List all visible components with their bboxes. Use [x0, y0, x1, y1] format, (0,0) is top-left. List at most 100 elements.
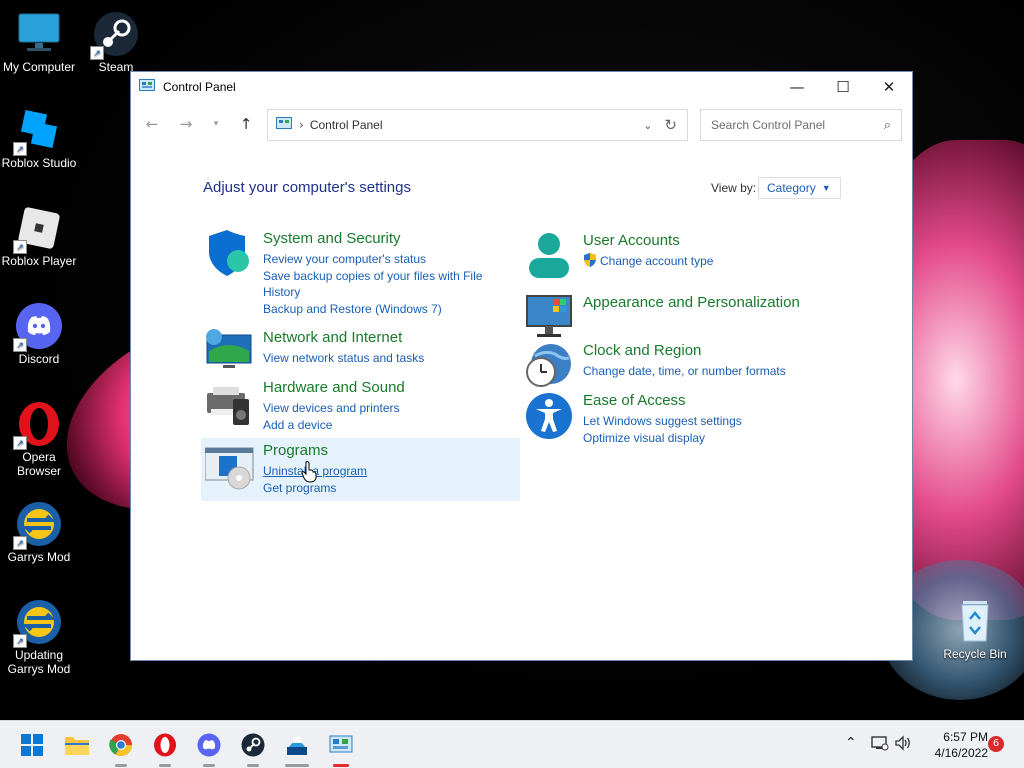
chevron-down-icon[interactable]: ⌄	[643, 119, 652, 132]
category-title[interactable]: User Accounts	[583, 232, 680, 249]
windows-start-icon	[21, 734, 43, 756]
link-network-status[interactable]: View network status and tasks	[263, 350, 493, 367]
category-title[interactable]: Appearance and Personalization	[583, 294, 800, 311]
desktop-icon-steam[interactable]: ↗ Steam	[77, 10, 155, 74]
desktop-icon-opera[interactable]: ↗ Opera Browser	[0, 400, 78, 478]
hand-cursor-icon	[301, 461, 317, 486]
accessibility-icon	[525, 392, 575, 442]
taskbar-file-explorer[interactable]	[61, 729, 93, 761]
desktop-icon-discord[interactable]: ↗ Discord	[0, 302, 78, 366]
page-title: Adjust your computer's settings	[203, 179, 411, 196]
maximize-icon: ☐	[836, 78, 850, 96]
desktop-icon-roblox-player[interactable]: ↗ Roblox Player	[0, 204, 78, 268]
close-button[interactable]: ✕	[866, 72, 912, 102]
user-icon	[525, 232, 575, 282]
recent-locations-button[interactable]: ▾	[203, 110, 229, 138]
category-title[interactable]: Ease of Access	[583, 392, 686, 409]
link-devices-printers[interactable]: View devices and printers	[263, 400, 493, 417]
link-backup-restore[interactable]: Backup and Restore (Windows 7)	[263, 301, 493, 318]
up-button[interactable]: ↑	[233, 110, 259, 138]
monitor-icon	[15, 10, 63, 58]
desktop-icon-updating-garrys-mod[interactable]: ↗ Updating Garrys Mod	[0, 598, 78, 676]
arrow-right-icon: →	[179, 115, 193, 133]
garrys-mod-icon: ↗	[13, 500, 63, 550]
taskbar-chrome[interactable]	[105, 729, 137, 767]
taskbar-control-panel[interactable]	[325, 729, 357, 767]
control-panel-window: Control Panel — ☐ ✕ ← → ▾ ↑ › Control Pa…	[130, 71, 913, 661]
desktop-icon-label: Discord	[18, 352, 60, 366]
control-panel-icon	[276, 116, 292, 134]
view-by-dropdown[interactable]: Category ▼	[758, 177, 841, 199]
chevron-down-icon: ▾	[213, 119, 219, 129]
address-bar[interactable]: › Control Panel ⌄ ↻	[267, 109, 688, 141]
discord-icon	[197, 733, 221, 757]
desktop-icon-label: My Computer	[2, 60, 76, 74]
network-icon[interactable]	[871, 735, 889, 755]
breadcrumb-separator-icon: ›	[299, 118, 304, 132]
desktop-icon-label: Garrys Mod	[7, 550, 71, 564]
category-title[interactable]: Hardware and Sound	[263, 379, 405, 396]
category-programs: Programs Uninstall a program Get program…	[204, 442, 505, 495]
search-box[interactable]: ⌕	[700, 109, 902, 141]
chrome-icon	[109, 734, 132, 756]
globe-network-icon	[205, 329, 255, 379]
desktop-icon-my-computer[interactable]: My Computer	[0, 10, 78, 74]
volume-icon[interactable]	[895, 735, 913, 755]
title-bar[interactable]: Control Panel — ☐ ✕	[131, 72, 912, 102]
link-get-programs[interactable]: Get programs	[263, 480, 493, 497]
link-review-status[interactable]: Review your computer's status	[263, 251, 493, 268]
monitor-icon	[525, 294, 575, 344]
category-system-security: System and Security Review your computer…	[205, 230, 505, 320]
refresh-icon[interactable]: ↻	[664, 116, 677, 134]
breadcrumb-control-panel[interactable]: Control Panel	[310, 118, 383, 132]
taskbar-steam[interactable]	[237, 729, 269, 767]
search-icon[interactable]: ⌕	[884, 118, 891, 133]
taskbar-clock[interactable]: 6:57 PM 4/16/2022	[920, 729, 988, 761]
search-input[interactable]	[709, 117, 873, 133]
recycle-bin-icon	[951, 597, 999, 645]
link-windows-suggest-settings[interactable]: Let Windows suggest settings	[583, 413, 813, 430]
link-change-account-type[interactable]: Change account type	[600, 253, 713, 270]
desktop-icon-label: Roblox Player	[1, 254, 77, 268]
desktop-icon-roblox-studio[interactable]: ↗ Roblox Studio	[0, 106, 78, 170]
category-appearance: Appearance and Personalization	[525, 294, 845, 337]
arrow-left-icon: ←	[145, 115, 159, 133]
desktop-icon-label: Opera Browser	[16, 450, 61, 478]
roblox-studio-icon: ↗	[13, 106, 63, 156]
notification-badge[interactable]: 6	[988, 736, 1004, 752]
category-hardware-sound: Hardware and Sound View devices and prin…	[205, 379, 505, 432]
roblox-icon: ↗	[13, 204, 63, 254]
link-optimize-visual-display[interactable]: Optimize visual display	[583, 430, 813, 447]
chevron-up-icon[interactable]: ⌃	[845, 735, 857, 751]
taskbar-discord[interactable]	[193, 729, 225, 767]
control-panel-icon	[329, 735, 353, 753]
link-add-device[interactable]: Add a device	[263, 417, 493, 434]
desktop-icon-recycle-bin[interactable]: Recycle Bin	[936, 597, 1014, 661]
maximize-button[interactable]: ☐	[820, 72, 866, 102]
forward-button[interactable]: →	[173, 110, 199, 138]
desktop-icon-garrys-mod[interactable]: ↗ Garrys Mod	[0, 500, 78, 564]
arrow-up-icon: ↑	[239, 115, 253, 133]
minimize-button[interactable]: —	[774, 72, 820, 102]
category-title[interactable]: Network and Internet	[263, 329, 402, 346]
taskbar-roblox-studio[interactable]	[281, 729, 313, 767]
desktop-icon-label: Roblox Studio	[1, 156, 77, 170]
clock-time: 6:57 PM	[943, 730, 988, 744]
category-title[interactable]: System and Security	[263, 230, 401, 247]
control-panel-icon	[139, 78, 155, 96]
taskbar-opera[interactable]	[149, 729, 181, 767]
opera-icon: ↗	[13, 400, 63, 450]
start-button[interactable]	[16, 729, 48, 761]
clock-globe-icon	[525, 342, 575, 392]
link-uninstall-program[interactable]: Uninstall a program	[263, 463, 493, 480]
category-network-internet: Network and Internet View network status…	[205, 329, 505, 369]
back-button[interactable]: ←	[139, 110, 165, 138]
window-title: Control Panel	[163, 80, 236, 94]
shield-icon	[205, 230, 255, 280]
link-change-date-time[interactable]: Change date, time, or number formats	[583, 363, 813, 380]
programs-icon	[204, 442, 255, 492]
link-file-history[interactable]: Save backup copies of your files with Fi…	[263, 268, 493, 301]
category-title[interactable]: Clock and Region	[583, 342, 701, 359]
category-title[interactable]: Programs	[263, 442, 328, 459]
desktop-icon-label: Steam	[98, 60, 134, 74]
